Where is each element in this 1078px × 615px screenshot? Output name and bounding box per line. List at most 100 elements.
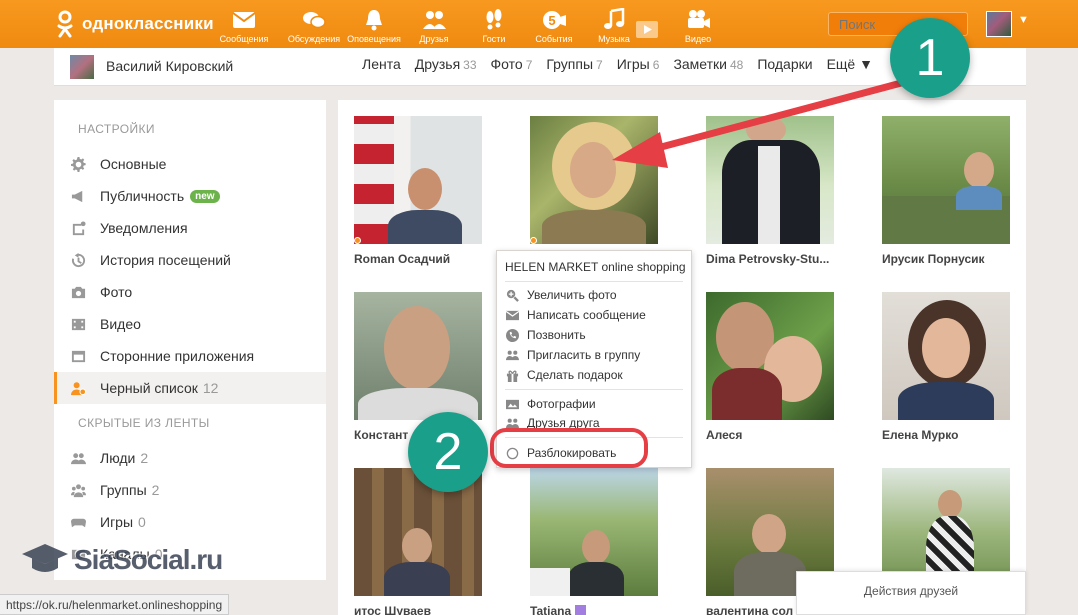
nav-label: События xyxy=(535,34,573,44)
sidebar-item-label: Уведомления xyxy=(100,220,188,236)
user-photo[interactable] xyxy=(706,116,834,244)
tab-gifts[interactable]: Подарки xyxy=(757,56,812,72)
nav-label: Сообщения xyxy=(219,34,269,44)
friends-actions-label: Действия друзей xyxy=(863,584,959,598)
people-icon xyxy=(423,11,446,29)
nav-events[interactable]: 5 События xyxy=(524,4,584,48)
tab-count: 6 xyxy=(652,58,660,72)
menu-photos[interactable]: Фотографии xyxy=(505,397,596,411)
sidebar-item-label: Публичность xyxy=(100,188,185,204)
main-nav: Сообщения Обсуждения Оповещения Друзья Г… xyxy=(214,4,728,48)
nav-notifications[interactable]: Оповещения xyxy=(344,4,404,48)
sidebar-item-label: Люди xyxy=(100,450,136,466)
user-avatar[interactable] xyxy=(986,11,1012,37)
phone-icon xyxy=(505,328,519,342)
svg-text:5: 5 xyxy=(548,13,555,28)
hidden-section-title: СКРЫТЫЕ ИЗ ЛЕНТЫ xyxy=(78,416,210,430)
sidebar-item-main[interactable]: Основные xyxy=(54,148,326,180)
menu-call[interactable]: Позвонить xyxy=(505,328,586,342)
tab-label: Игры xyxy=(616,56,650,72)
envelope-icon xyxy=(232,12,256,28)
user-name[interactable]: итос Шуваев xyxy=(354,604,492,615)
groups-icon xyxy=(70,482,86,498)
gamepad-icon xyxy=(70,514,86,530)
profile-avatar[interactable] xyxy=(70,55,94,79)
sidebar-item-label: Сторонние приложения xyxy=(100,348,255,364)
tab-notes[interactable]: Заметки 48 xyxy=(673,56,743,72)
sidebar-item-blacklist[interactable]: Черный список 12 xyxy=(54,372,326,404)
user-photo[interactable] xyxy=(882,116,1010,244)
tab-games[interactable]: Игры 6 xyxy=(617,56,660,72)
sidebar-item-publicity[interactable]: Публичность new xyxy=(54,180,326,212)
tab-feed[interactable]: Лента xyxy=(362,56,401,72)
tab-friends[interactable]: Друзья 33 xyxy=(415,56,477,72)
user-photo[interactable] xyxy=(354,116,482,244)
nav-discussions[interactable]: Обсуждения xyxy=(284,4,344,48)
tab-label: Фото xyxy=(490,56,523,72)
gift-icon xyxy=(505,368,519,382)
menu-zoom-photo[interactable]: Увеличить фото xyxy=(505,288,617,302)
profile-name[interactable]: Василий Кировский xyxy=(106,58,233,74)
menu-write-message[interactable]: Написать сообщение xyxy=(505,308,646,322)
sidebar-item-apps[interactable]: Сторонние приложения xyxy=(54,340,326,372)
tab-groups[interactable]: Группы 7 xyxy=(546,56,602,72)
highlight-ring xyxy=(490,428,648,468)
film-icon xyxy=(70,316,86,332)
user-name[interactable]: Roman Осадчий xyxy=(354,252,492,266)
watermark-text: SiaSocial.ru xyxy=(74,544,223,575)
envelope-icon xyxy=(505,308,519,322)
tab-count: 48 xyxy=(729,58,744,72)
chevron-down-icon[interactable]: ▼ xyxy=(1018,14,1029,26)
friends-actions-panel[interactable]: Действия друзей xyxy=(796,571,1026,615)
bell-icon xyxy=(366,10,382,31)
user-name[interactable]: Елена Мурко xyxy=(882,428,1020,442)
user-name[interactable]: Dima Petrovsky-Stu... xyxy=(706,252,844,266)
sidebar-item-photo[interactable]: Фото xyxy=(54,276,326,308)
marker-number: 1 xyxy=(915,29,945,87)
video-camera-icon xyxy=(688,10,710,28)
nav-video-play[interactable] xyxy=(632,4,662,48)
apps-icon xyxy=(70,348,86,364)
online-indicator xyxy=(354,237,361,244)
megaphone-icon xyxy=(70,188,86,204)
user-name[interactable]: Алеся xyxy=(706,428,844,442)
menu-gift[interactable]: Сделать подарок xyxy=(505,368,623,382)
user-name[interactable]: Ирусик Порнусик xyxy=(882,252,1020,266)
notification-icon xyxy=(70,220,86,236)
user-photo[interactable] xyxy=(706,292,834,420)
ok-logo[interactable]: одноклассники xyxy=(56,10,214,38)
divider xyxy=(505,389,683,390)
nav-messages[interactable]: Сообщения xyxy=(214,4,274,48)
sidebar-item-hidden-people[interactable]: Люди 2 xyxy=(54,442,326,474)
tab-photo[interactable]: Фото 7 xyxy=(491,56,533,72)
footprints-icon xyxy=(486,9,502,30)
menu-item-label: Сделать подарок xyxy=(527,368,623,382)
sidebar-item-history[interactable]: История посещений xyxy=(54,244,326,276)
user-photo[interactable] xyxy=(530,116,658,244)
nav-friends[interactable]: Друзья xyxy=(404,4,464,48)
chat-bubbles-icon xyxy=(303,12,326,29)
camera-icon xyxy=(70,284,86,300)
sidebar-item-label: Группы xyxy=(100,482,147,498)
profile-tabs: Лента Друзья 33 Фото 7 Группы 7 Игры 6 Замет… xyxy=(362,56,873,72)
tab-more[interactable]: Ещё ▼ xyxy=(827,56,873,72)
sidebar-item-label: Фото xyxy=(100,284,133,300)
marker-number: 2 xyxy=(433,423,463,481)
tab-label: Подарки xyxy=(757,56,813,72)
nav-video[interactable]: Видео xyxy=(668,4,728,48)
tab-label: Заметки xyxy=(673,56,727,72)
user-photo[interactable] xyxy=(354,292,482,420)
sidebar-item-hidden-groups[interactable]: Группы 2 xyxy=(54,474,326,506)
sidebar-item-notifications[interactable]: Уведомления xyxy=(54,212,326,244)
nav-label: Видео xyxy=(684,34,712,44)
popup-title[interactable]: HELEN MARKET online shopping xyxy=(505,260,686,274)
user-name[interactable]: Tatiana xyxy=(530,604,668,615)
nav-guests[interactable]: Гости xyxy=(464,4,524,48)
ok-logo-icon xyxy=(57,10,73,38)
nav-label: Обсуждения xyxy=(287,34,341,44)
group-invite-icon xyxy=(505,348,519,362)
menu-invite-group[interactable]: Пригласить в группу xyxy=(505,348,640,362)
user-photo[interactable] xyxy=(530,468,658,596)
sidebar-item-video[interactable]: Видео xyxy=(54,308,326,340)
user-photo[interactable] xyxy=(882,292,1010,420)
